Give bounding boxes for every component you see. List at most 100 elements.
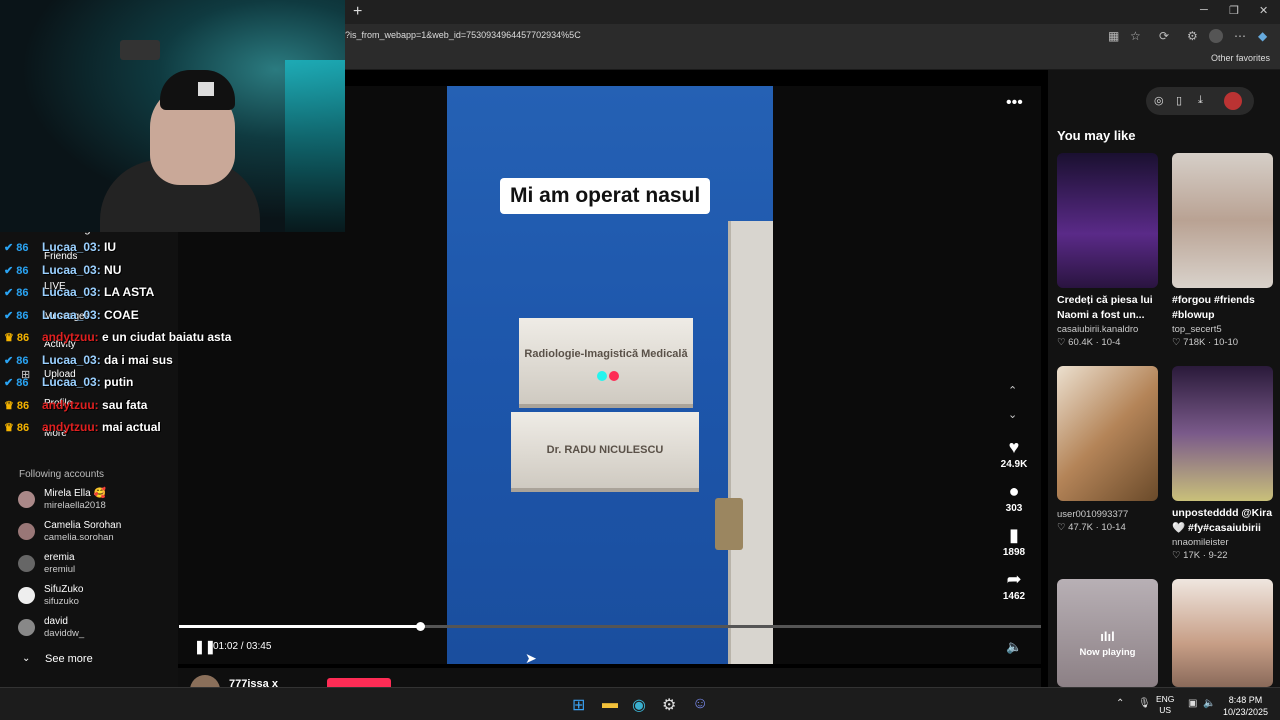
comment-count: 303: [1005, 503, 1023, 514]
more-options-icon[interactable]: •••: [1006, 94, 1023, 112]
download-icon[interactable]: ⤓: [1198, 94, 1203, 107]
following-account[interactable]: david daviddw_: [18, 616, 178, 646]
favorite-star-icon[interactable]: ☆: [1130, 29, 1141, 43]
reader-icon[interactable]: ▦: [1108, 29, 1119, 43]
card-title: #forgou #friends #blowup: [1172, 294, 1255, 321]
windows-taskbar: ⊞ ▬ ◉ ⚙ ☺ ⌃ 🎙 ENG US ▣ 🔈 8:48 PM 10/23/2…: [0, 687, 1280, 720]
chat-line: ✔ 86 Lucaa_03: putin: [4, 375, 133, 395]
chat-line: ♛ 86 andytzuu: sau fata: [4, 398, 147, 418]
mobile-icon[interactable]: ▯: [1176, 94, 1182, 107]
save-action[interactable]: ▮ 1898: [996, 525, 1032, 558]
following-account[interactable]: Camelia Sorohan camelia.sorohan: [18, 520, 178, 550]
url-field[interactable]: ?is_from_webapp=1&web_id=753093496445770…: [345, 30, 581, 40]
account-name: david: [44, 616, 68, 627]
screen: + ─ ❐ ✕ ?is_from_webapp=1&web_id=7530934…: [0, 0, 1280, 720]
equalizer-icon: ılıl: [1100, 629, 1115, 644]
account-handle: camelia.sorohan: [44, 532, 114, 543]
account-handle: daviddw_: [44, 628, 85, 639]
video-frame[interactable]: Mi am operat nasul Radiologie-Imagistică…: [447, 86, 773, 664]
microphone-icon[interactable]: 🎙: [1138, 698, 1151, 709]
see-more-link[interactable]: See more: [45, 653, 93, 665]
minimize-button[interactable]: ─: [1200, 4, 1208, 16]
recommended-card[interactable]: user0010993377 ♡ 47.7K · 10-14: [1057, 366, 1158, 533]
following-account[interactable]: SifuZuko sifuzuko: [18, 584, 178, 614]
language-indicator[interactable]: ENG US: [1156, 694, 1174, 716]
following-account[interactable]: eremia eremiul: [18, 552, 178, 582]
chat-user: Lucaa_03:: [42, 353, 101, 367]
recommended-card[interactable]: [1172, 579, 1273, 687]
chat-line: ✔ 86 Lucaa_03: IU: [4, 240, 116, 260]
compass-icon[interactable]: ◎: [1154, 94, 1164, 107]
follow-button[interactable]: [327, 678, 391, 687]
speaker-icon[interactable]: 🔈: [1203, 698, 1215, 709]
previous-video-icon[interactable]: ⌃: [1008, 384, 1017, 397]
author-name[interactable]: 777issa x: [229, 678, 278, 687]
chat-user: andytzuu:: [42, 398, 99, 412]
discord-icon[interactable]: ☺: [692, 695, 708, 713]
windows-start-icon[interactable]: ⊞: [572, 695, 585, 715]
comment-action[interactable]: ● 303: [996, 481, 1032, 514]
chat-line: ♛ 86 andytzuu: mai actual: [4, 420, 161, 440]
chat-message: da i mai sus: [104, 353, 173, 367]
card-meta: ♡ 17K · 9-22: [1172, 550, 1228, 561]
tray-chevron-icon[interactable]: ⌃: [1116, 698, 1124, 709]
chat-user: Lucaa_03:: [42, 263, 101, 277]
share-count: 1462: [1002, 591, 1026, 602]
avatar: [18, 619, 35, 636]
app-icon[interactable]: ⚙: [662, 695, 676, 715]
author-avatar[interactable]: [190, 675, 220, 687]
door-frame: [728, 221, 773, 664]
close-window-button[interactable]: ✕: [1259, 4, 1268, 17]
tiktok-dot-red: [609, 371, 619, 381]
recommended-card-now-playing[interactable]: ılıl Now playing: [1057, 579, 1158, 687]
language-code: ENG: [1156, 694, 1175, 704]
other-favorites-link[interactable]: Other favorites: [1211, 53, 1270, 63]
chat-badge: ✔ 86: [4, 377, 29, 389]
copilot-icon[interactable]: ◆: [1258, 29, 1267, 43]
collections-icon[interactable]: ⚙: [1187, 29, 1198, 43]
following-account[interactable]: Mirela Ella 🥰 mirelaella2018: [18, 488, 178, 518]
profile-avatar[interactable]: [1209, 29, 1223, 43]
extensions-icon[interactable]: ⟳: [1159, 29, 1169, 43]
cam-shelf: [120, 40, 160, 60]
chat-line: ♛ 86 andytzuu: e un ciudat baiatu asta: [4, 330, 231, 350]
card-author: top_secert5: [1172, 324, 1222, 335]
save-count: 1898: [1002, 547, 1026, 558]
next-video-icon[interactable]: ⌄: [1008, 408, 1017, 421]
profile-circle-icon[interactable]: [1224, 92, 1242, 110]
card-thumbnail: [1172, 153, 1273, 288]
author-row: 777issa x: [178, 668, 1041, 687]
card-title: Credeți că piesa lui Naomi a fost un...: [1057, 294, 1153, 321]
like-action[interactable]: ♥ 24.9K: [996, 437, 1032, 470]
chat-message: NU: [104, 263, 122, 277]
chat-line: ✔ 86 Lucaa_03: LA ASTA: [4, 285, 154, 305]
network-icon[interactable]: ▣: [1188, 698, 1197, 709]
share-action[interactable]: ➦ 1462: [996, 569, 1032, 602]
card-author: casaiubirii.kanaldro: [1057, 324, 1139, 335]
card-meta: ♡ 47.7K · 10-14: [1057, 522, 1126, 533]
chat-user: andytzuu:: [42, 330, 99, 344]
menu-dots-icon[interactable]: ⋯: [1234, 29, 1246, 43]
account-handle: sifuzuko: [44, 596, 79, 607]
video-tools-pill: ◎ ▯ ⤓: [1146, 87, 1254, 115]
cam-light-strip: [285, 60, 345, 232]
chat-user: Lucaa_03:: [42, 240, 101, 254]
file-explorer-icon[interactable]: ▬: [602, 695, 618, 713]
recommended-card[interactable]: #forgou #friends #blowup top_secert5 ♡ 7…: [1172, 153, 1273, 348]
new-tab-button[interactable]: +: [353, 3, 362, 21]
account-name: Camelia Sorohan: [44, 520, 122, 531]
recommended-card[interactable]: Credeți că piesa lui Naomi a fost un... …: [1057, 153, 1158, 348]
mouse-cursor-icon: ➤: [525, 650, 537, 666]
volume-icon[interactable]: 🔈: [1006, 639, 1022, 655]
card-meta: ♡ 718K · 10-10: [1172, 337, 1239, 348]
chat-message: IU: [104, 240, 117, 254]
edge-browser-icon[interactable]: ◉: [632, 695, 646, 715]
chevron-down-icon: ⌄: [22, 653, 31, 664]
chat-line: ✔ 86 Lucaa_03: COAE: [4, 308, 139, 328]
bookmark-icon: ▮: [1009, 525, 1019, 545]
system-clock[interactable]: 8:48 PM 10/23/2025: [1223, 694, 1268, 718]
progress-bar[interactable]: [179, 622, 1041, 631]
recommended-card[interactable]: unpostedddd @Kira 🤍 #fy#casaiubirii nnao…: [1172, 366, 1273, 561]
restore-button[interactable]: ❐: [1229, 4, 1239, 17]
chat-badge: ✔ 86: [4, 242, 29, 254]
